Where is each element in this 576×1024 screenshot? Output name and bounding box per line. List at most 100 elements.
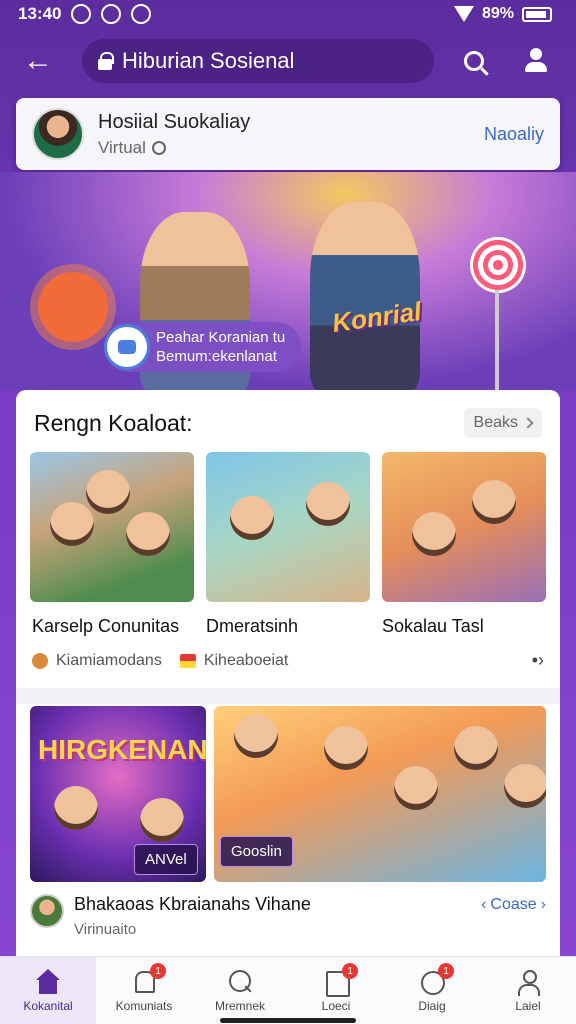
post-title: Bhakaoas Kbraianahs Vihane (74, 894, 311, 914)
lollipop-stick (495, 290, 499, 390)
profile-subtitle-row: Virtual (98, 138, 484, 158)
profile-action-link[interactable]: Naoaliy (484, 124, 544, 145)
community-thumbnail-1[interactable] (30, 452, 194, 602)
back-button[interactable]: ← (16, 39, 60, 83)
hero-badge-text: Peahar Koranian tu Bemum:ekenlanat (156, 328, 285, 366)
profile-name: Hosiial Suokaliay (98, 110, 251, 133)
community-label-3[interactable]: Sokalau Tasl (382, 616, 484, 637)
community-thumbnail-3[interactable] (382, 452, 546, 602)
community-thumbnail-2[interactable] (206, 452, 370, 602)
more-arrow-icon[interactable]: •› (532, 650, 544, 671)
person-illustration (126, 512, 170, 556)
nav-item-docs[interactable]: 1 Loeci (288, 957, 384, 1024)
chevron-left-icon: ‹ (481, 896, 487, 913)
battery-icon (522, 6, 552, 22)
nav-label-community: Komuniats (115, 998, 173, 1013)
nav-item-activity[interactable]: 1 Diaig (384, 957, 480, 1024)
message-status-icon (131, 4, 152, 24)
settings-status-icon (101, 4, 122, 24)
arrow-left-icon: ← (23, 44, 53, 77)
status-time: 13:40 (18, 4, 62, 23)
tag-1[interactable]: Kiamiamodans (56, 652, 162, 670)
featured-thumbnail-1[interactable]: HIRGKENAN ANVel (30, 706, 206, 882)
status-left: 13:40 (18, 4, 152, 24)
chevron-right-icon (522, 417, 534, 429)
notification-badge: 1 (438, 963, 454, 979)
chevron-right-icon: › (540, 896, 546, 913)
add-friend-button[interactable] (516, 39, 560, 83)
search-icon (226, 969, 254, 995)
home-indicator (220, 1018, 356, 1023)
post-text: Bhakaoas Kbraianahs Vihane Virinuaito (74, 894, 481, 938)
featured-title-art: HIRGKENAN (38, 734, 206, 765)
hero-badge-line1: Peahar Koranian tu (156, 329, 286, 346)
person-illustration (472, 480, 516, 524)
profile-card[interactable]: Hosiial Suokaliay Virtual Naoaliy (16, 98, 560, 170)
section-header: Rengn Koaloat: Beaks (34, 408, 542, 438)
nav-label-home: Kokanital (23, 998, 73, 1013)
page-title: Hiburian Sosienal (122, 48, 295, 73)
person-illustration (50, 502, 94, 546)
post-row[interactable]: Bhakaoas Kbraianahs Vihane Virinuaito ‹ … (30, 894, 546, 938)
avatar[interactable] (32, 108, 84, 160)
person-illustration (504, 764, 546, 808)
post-action-button[interactable]: ‹ Coase › (481, 896, 546, 914)
community-label-2[interactable]: Dmeratsinh (206, 616, 298, 637)
nav-item-community[interactable]: 1 Komuniats (96, 957, 192, 1024)
wifi-icon (453, 6, 474, 22)
profile-icon (514, 969, 542, 996)
hero-banner[interactable]: Konrial Peahar Koranian tu Bemum:ekenlan… (0, 172, 576, 390)
person-illustration (324, 726, 368, 770)
search-button[interactable] (452, 39, 496, 83)
notification-badge: 1 (342, 963, 358, 979)
featured-chip-2: Gooslin (220, 836, 293, 867)
home-icon (34, 968, 62, 995)
nav-label-docs: Loeci (321, 998, 351, 1013)
person-illustration (140, 798, 184, 842)
chat-bubble-icon (104, 324, 150, 370)
search-icon (464, 51, 484, 71)
see-all-label: Beaks (473, 414, 518, 431)
globe-icon (151, 140, 166, 155)
flag-icon (179, 653, 196, 668)
nav-item-home[interactable]: Kokanital (0, 957, 96, 1024)
lock-icon (98, 52, 114, 70)
post-avatar[interactable] (30, 894, 64, 928)
hero-badge[interactable]: Peahar Koranian tu Bemum:ekenlanat (104, 322, 302, 372)
person-illustration (394, 766, 438, 810)
nav-label-profile: Laiel (515, 998, 541, 1013)
nav-item-explore[interactable]: Mremnek (192, 957, 288, 1024)
featured-thumbnail-2[interactable]: Gooslin (214, 706, 546, 882)
sun-character-icon (38, 272, 108, 342)
person-illustration (234, 714, 278, 758)
person-illustration (54, 786, 98, 830)
person-illustration (306, 482, 350, 526)
nav-item-profile[interactable]: Laiel (480, 957, 576, 1024)
profile-text: Hosiial Suokaliay Virtual (98, 111, 484, 158)
person-add-icon (525, 48, 551, 74)
person-illustration (230, 496, 274, 540)
post-action-label: Coase (490, 896, 537, 913)
community-label-1[interactable]: Karselp Conunitas (32, 616, 179, 637)
section-title: Rengn Koaloat: (34, 409, 193, 436)
profile-subtitle: Virtual (98, 137, 146, 157)
status-right: 89% (453, 5, 552, 23)
see-all-button[interactable]: Beaks (463, 408, 542, 438)
person-illustration (412, 512, 456, 556)
battery-percent: 89% (481, 5, 514, 22)
person-illustration (454, 726, 498, 770)
bottom-nav: Kokanital 1 Komuniats Mremnek 1 Loeci 1 … (0, 956, 576, 1024)
tag-2[interactable]: Kiheaboeiat (204, 652, 289, 670)
title-pill[interactable]: Hiburian Sosienal (82, 39, 434, 83)
post-subtitle: Virinuaito (74, 921, 137, 938)
notification-icon (71, 4, 92, 24)
tag-row: Kiamiamodans Kiheaboeiat •› (32, 650, 544, 671)
hero-boy-illustration (310, 202, 420, 390)
divider (16, 688, 560, 704)
person-illustration (86, 470, 130, 514)
cookie-icon (32, 652, 48, 669)
nav-label-activity: Diaig (418, 998, 446, 1013)
featured-chip-1: ANVel (134, 844, 198, 875)
status-bar: 13:40 89% (0, 0, 576, 28)
notification-badge: 1 (150, 963, 166, 979)
